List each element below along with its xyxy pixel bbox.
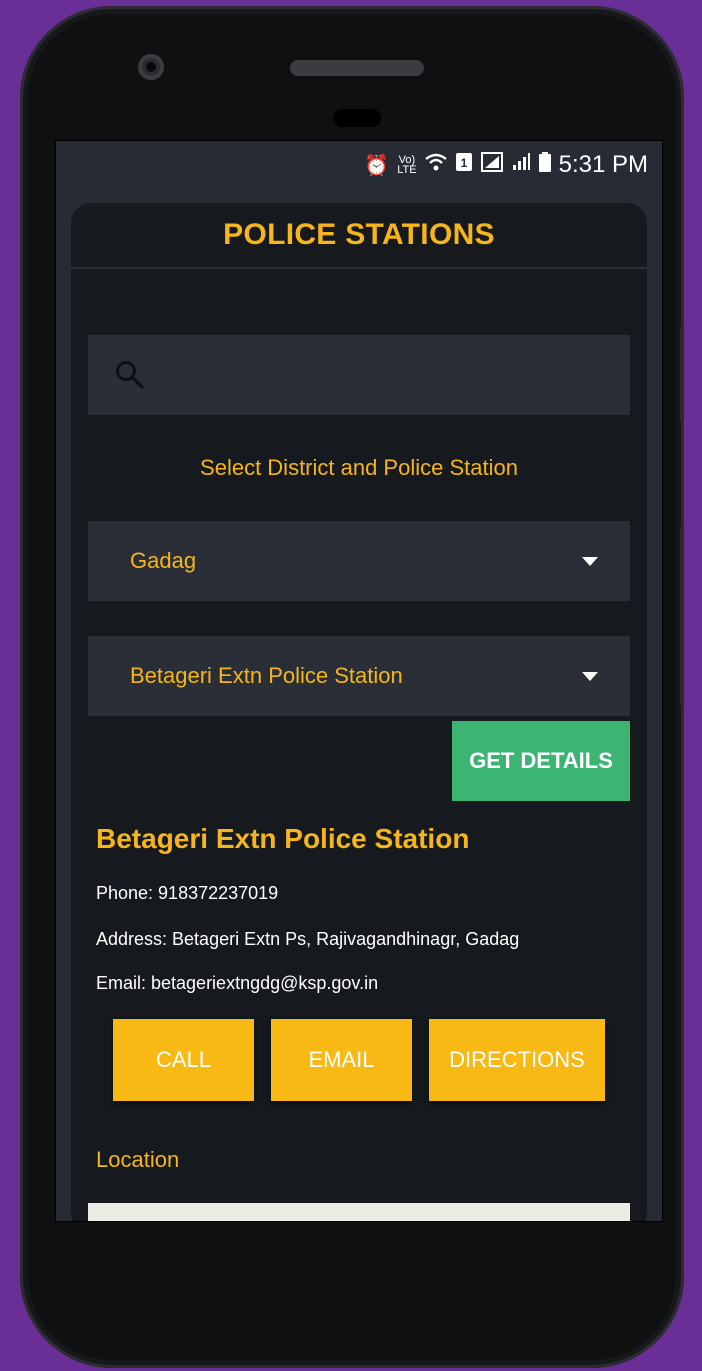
signal-icon	[480, 152, 503, 178]
district-dropdown[interactable]: Gadag	[88, 521, 630, 601]
volume-button	[680, 326, 684, 422]
station-phone: Phone: 918372237019	[96, 883, 279, 903]
status-time: 5:31 PM	[558, 151, 648, 178]
svg-text:1: 1	[460, 156, 467, 170]
signal-icon	[511, 152, 531, 178]
dropdown-arrow-icon	[582, 556, 598, 566]
earpiece-speaker	[290, 60, 424, 76]
power-button	[680, 526, 684, 706]
station-address: Address: Betageri Extn Ps, Rajivagandhin…	[96, 929, 520, 949]
location-label: Location	[96, 1147, 180, 1172]
card-header: POLICE STATIONS	[71, 203, 647, 269]
proximity-sensor	[333, 109, 381, 127]
battery-icon	[538, 152, 551, 178]
station-email: Email: betageriextngdg@ksp.gov.in	[96, 973, 379, 993]
location-map[interactable]	[88, 1203, 630, 1221]
front-camera	[138, 54, 164, 80]
status-bar: ⏰ Vo) LTE 1 5:31 PM	[56, 141, 662, 189]
station-name: Betageri Extn Police Station	[96, 823, 470, 854]
volte-icon: Vo) LTE	[397, 154, 417, 176]
district-value: Gadag	[130, 548, 197, 573]
sim-icon: 1	[455, 152, 473, 178]
search-bar[interactable]	[88, 335, 630, 415]
search-input[interactable]	[160, 361, 604, 389]
app-screen: ⏰ Vo) LTE 1 5:31 PM POLICE STATIONS Sele…	[55, 140, 663, 1222]
alarm-icon: ⏰	[364, 154, 390, 177]
station-dropdown[interactable]: Betageri Extn Police Station	[88, 636, 630, 716]
wifi-icon	[424, 152, 447, 178]
call-button[interactable]: CALL	[113, 1019, 254, 1101]
email-button[interactable]: EMAIL	[271, 1019, 412, 1101]
directions-button[interactable]: DIRECTIONS	[429, 1019, 605, 1101]
select-prompt: Select District and Police Station	[200, 455, 518, 480]
page-title: POLICE STATIONS	[223, 218, 495, 251]
station-value: Betageri Extn Police Station	[130, 663, 403, 688]
search-icon	[116, 361, 144, 389]
get-details-button[interactable]: GET DETAILS	[452, 721, 630, 801]
police-stations-card: POLICE STATIONS Select District and Poli…	[71, 203, 647, 1221]
phone-frame: ⏰ Vo) LTE 1 5:31 PM POLICE STATIONS Sele…	[20, 6, 684, 1368]
dropdown-arrow-icon	[582, 671, 598, 681]
